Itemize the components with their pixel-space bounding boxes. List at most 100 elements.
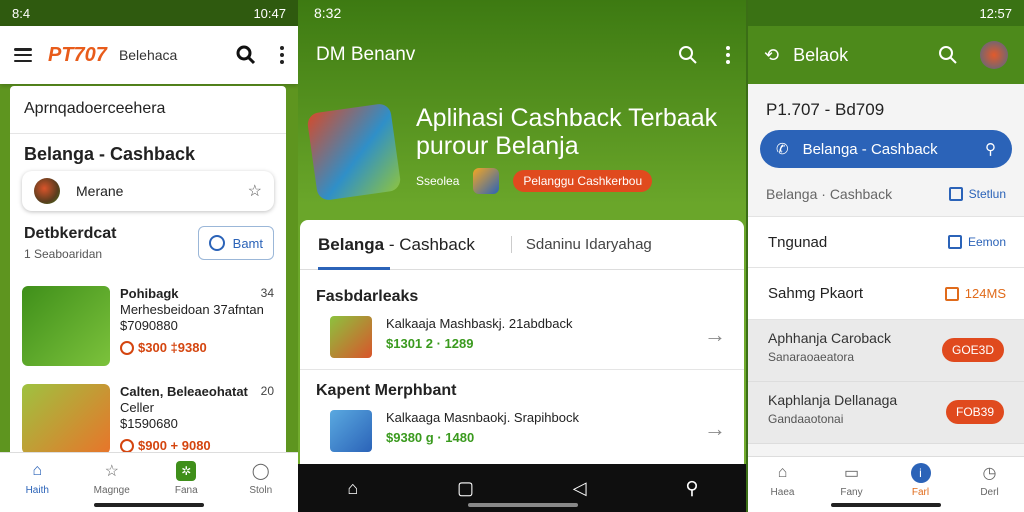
status-clock: 10:47 [253,5,286,21]
tab-other[interactable]: Sdaninu Idaryahag [510,236,652,253]
offer-button[interactable]: GOE3D [941,338,1004,362]
link-label: Eemon [967,235,1006,249]
cashback-pill-button[interactable]: ✆ Belanga - Cashback ⚲ [760,130,1012,168]
recents-icon[interactable]: ▢ [457,478,474,499]
offer-item[interactable]: Aphhanja Caroback Sanaraoaeatora GOE3D [748,320,1024,382]
clock-icon: ◷ [982,465,997,482]
nav-item-favorites[interactable]: ☆ Magnge [82,461,142,496]
card-price: $300 ‡9380 [138,340,207,355]
search-icon[interactable] [678,45,698,65]
list-item[interactable]: Kapent Merphbant Kalkaaga Masnbaokj. Sra… [300,370,744,464]
card-title: Pohibagk [120,286,179,301]
search-icon[interactable]: ⚲ [685,478,698,499]
nav-item-home[interactable]: ⌂ Haea [753,463,813,512]
nav-label: Stoln [249,485,273,496]
link-label: Stetlun [968,187,1006,201]
offer-button[interactable]: FOB39 [945,400,1004,424]
hero-title-line: Aplihasi Cashback Terbaak [416,104,718,132]
nav-label: Magnge [93,485,130,496]
list-item[interactable]: Pohibagk Merhesbeidoan 37afntan $7090880… [10,276,286,376]
hero-title: Aplihasi Cashback Terbaak purour Belanja [416,104,717,160]
offer-item[interactable]: Kaphlanja Dellanaga Gandaaotonai FOB39 [748,382,1024,444]
section-subtitle: 1 Seaboaridan [24,247,103,261]
hero-label: Sseolea [416,174,460,188]
gesture-handle [94,503,204,507]
tab-cashback[interactable]: Belanga - Cashback [318,220,475,270]
card-price-row: $300 ‡9380 [120,340,264,356]
gesture-handle [468,503,578,507]
info-icon: i [910,463,931,483]
nav-label: Haith [25,485,49,496]
section-button[interactable]: Bamt [197,226,274,260]
search-icon[interactable] [236,45,256,65]
merchant-chip[interactable]: Merane ☆ [22,171,274,211]
wallet-icon [944,286,959,301]
section-row: Detbkerdcat 1 Seaboaridan Bamt [10,211,286,261]
card-count: 34 [260,286,274,300]
row-label: Tngunad [768,233,828,251]
group-heading: Fasbdarleaks [316,288,419,305]
menu-icon[interactable] [14,48,32,62]
home-icon: ⌂ [777,464,788,481]
home-icon[interactable]: ⌂ [347,478,358,499]
avatar[interactable] [980,41,1008,69]
nav-item-clock[interactable]: ◷ Derl [960,463,1020,512]
list-item[interactable]: Tngunad Eemon [748,216,1024,268]
search-icon: ⚲ [985,141,996,158]
list-item[interactable]: Calten, Beleaeohatat Celler $1590680 $90… [10,374,286,454]
hero-pill-button[interactable]: Pelanggu Cashkerbou [513,170,653,192]
nav-item-home[interactable]: ⌂ Haith [7,461,67,496]
more-icon[interactable] [726,46,730,64]
row-value: 124MS [944,286,1006,301]
filter-label: Belanga · Cashback [766,186,893,202]
star-icon[interactable]: ☆ [248,181,262,201]
search-icon[interactable] [938,45,958,65]
user-icon: ◯ [251,463,270,480]
product-image [22,384,110,454]
status-bar: 12:57 [748,0,1024,26]
nav-item-fana[interactable]: ✲ Fana [156,461,216,496]
more-icon[interactable] [280,46,284,64]
card-text: Calten, Beleaeohatat Celler $1590680 $90… [120,384,248,454]
row-link[interactable]: Eemon [947,235,1006,249]
nav-label: Haea [770,487,795,498]
gesture-handle [831,503,941,507]
filter-link[interactable]: Stetlun [948,187,1006,201]
hero-banner: Aplihasi Cashback Terbaak purour Belanja… [298,90,748,220]
nav-item-profile[interactable]: ◯ Stoln [231,461,291,496]
left-screen: 8:4 10:47 PT707 Belehaca Aprnqadoerceehe… [0,0,298,512]
home-icon: ⌂ [32,462,43,479]
merchant-icon [330,316,372,358]
doc-icon [948,187,963,201]
app-icon [473,168,500,194]
row-label: Sahmg Pkaort [768,285,864,302]
arrow-right-icon[interactable]: → [704,416,726,442]
app-bar: DM Benanv [298,26,748,84]
merchant-icon [330,410,372,452]
list-item[interactable]: Sahmg Pkaort 124MS [748,268,1024,320]
app-bar: ⟲ Belaok [748,26,1024,84]
middle-screen: 8:32 DM Benanv Aplihasi Cashback Terbaak… [298,0,748,512]
brand-logo: PT707 [48,43,107,66]
app-title: DM Benanv [316,44,416,65]
status-bar: 8:32 [314,5,342,21]
card-count: 20 [260,384,274,398]
card-line: $7090880 [120,318,178,333]
section-title: Detbkerdcat [24,225,117,242]
status-bar: 8:4 10:47 [0,0,298,26]
back-icon[interactable]: ◁ [573,478,587,499]
refresh-icon[interactable]: ⟲ [764,45,779,66]
card-text: Pohibagk Merhesbeidoan 37afntan $7090880… [120,286,264,356]
merchant-name: Kalkaaga Masnbaokj. Srapihbock [386,410,579,425]
system-nav: ⌂ ▢ ◁ ⚲ [298,464,748,512]
coin-icon [120,341,134,355]
card-line: Merhesbeidoan 37afntan [120,302,264,317]
right-screen: 12:57 ⟲ Belaok P1.707 - Bd709 ✆ Belanga … [748,0,1024,512]
page-title: Belanga - Cashback [24,144,196,164]
hero-illustration [306,102,402,202]
arrow-right-icon[interactable]: → [704,322,726,348]
pill-label: Belanga - Cashback [802,140,938,158]
list-item[interactable]: Fasbdarleaks Kalkaaja Mashbaskj. 21abdba… [300,276,744,370]
section-button-label: Bamt [232,235,263,251]
doc-icon [947,235,962,249]
